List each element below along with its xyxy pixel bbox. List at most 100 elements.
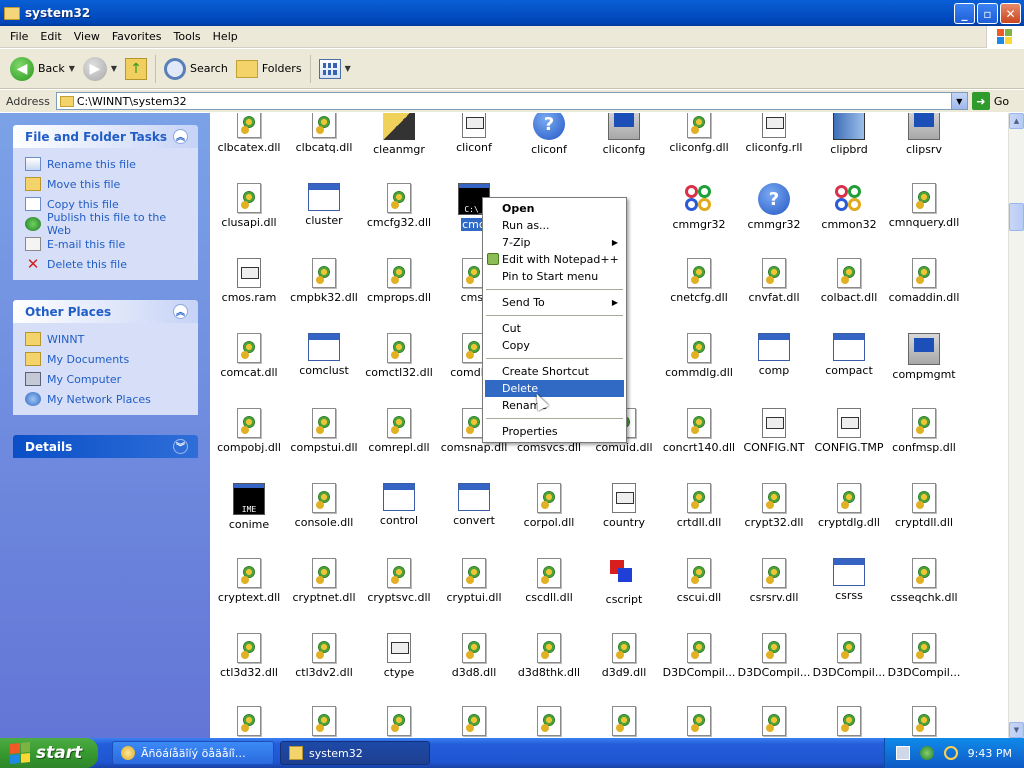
menu-rename[interactable]: Rename: [485, 397, 624, 414]
place-my-documents[interactable]: My Documents: [25, 349, 190, 369]
file-item[interactable]: ctl3dv2.dll: [286, 633, 362, 679]
file-item[interactable]: clusapi.dll: [211, 183, 287, 229]
menu-cut[interactable]: Cut: [485, 320, 624, 337]
file-item[interactable]: compmgmt: [886, 333, 962, 381]
vertical-scrollbar[interactable]: ▲ ▼: [1008, 113, 1024, 738]
file-item[interactable]: cryptdll.dll: [886, 483, 962, 529]
views-button[interactable]: ▼: [315, 53, 355, 85]
file-item[interactable]: ? cmmgr32: [736, 183, 812, 231]
file-item[interactable]: csrsrv.dll: [736, 558, 812, 604]
task-publish-web[interactable]: Publish this file to the Web: [25, 211, 190, 237]
task-rename-file[interactable]: Rename this file: [25, 154, 190, 174]
file-item[interactable]: [361, 706, 437, 736]
forward-button[interactable]: ▶ ▼: [79, 53, 121, 85]
file-item[interactable]: CONFIG.TMP: [811, 408, 887, 454]
file-item[interactable]: compobj.dll: [211, 408, 287, 454]
file-item[interactable]: [811, 706, 887, 736]
up-folder-button[interactable]: ↑: [121, 53, 151, 85]
menu-open[interactable]: Open: [485, 200, 624, 217]
task-delete-file[interactable]: ✕ Delete this file: [25, 254, 190, 274]
address-dropdown-icon[interactable]: ▼: [950, 93, 967, 109]
file-item[interactable]: ctl3d32.dll: [211, 633, 287, 679]
menu-delete[interactable]: Delete: [485, 380, 624, 397]
maximize-button[interactable]: ▫: [977, 3, 998, 24]
file-item[interactable]: comctl32.dll: [361, 333, 437, 379]
file-item[interactable]: [211, 706, 287, 736]
taskbar-item-other[interactable]: Ãñöáíåäîíý öåäåíî…: [112, 741, 274, 765]
file-item[interactable]: D3DCompil...: [661, 633, 737, 679]
file-item[interactable]: d3d9.dll: [586, 633, 662, 679]
file-item[interactable]: D3DCompil...: [736, 633, 812, 679]
file-item[interactable]: [586, 706, 662, 736]
file-item[interactable]: cryptsvc.dll: [361, 558, 437, 604]
file-item[interactable]: d3d8.dll: [436, 633, 512, 679]
file-item[interactable]: [886, 706, 962, 736]
file-item[interactable]: IME conime: [211, 483, 287, 531]
file-item[interactable]: [511, 706, 587, 736]
file-item[interactable]: comaddin.dll: [886, 258, 962, 304]
menu-pin-start[interactable]: Pin to Start menu: [485, 268, 624, 285]
file-item[interactable]: cleanmgr: [361, 113, 437, 156]
menu-edit-notepadpp[interactable]: Edit with Notepad++: [485, 251, 624, 268]
folders-button[interactable]: Folders: [232, 53, 306, 85]
file-item[interactable]: csrss: [811, 558, 887, 602]
file-item[interactable]: clbcatex.dll: [211, 113, 287, 154]
scroll-down-icon[interactable]: ▼: [1009, 722, 1024, 738]
file-item[interactable]: confmsp.dll: [886, 408, 962, 454]
start-button[interactable]: start: [0, 738, 98, 768]
go-button[interactable]: ➜ Go: [971, 92, 1009, 110]
scroll-thumb[interactable]: [1009, 203, 1024, 231]
file-item[interactable]: cryptui.dll: [436, 558, 512, 604]
file-item[interactable]: cscript: [586, 558, 662, 606]
file-item[interactable]: [736, 706, 812, 736]
menu-edit[interactable]: Edit: [34, 30, 67, 43]
file-item[interactable]: cliconfg: [586, 113, 662, 156]
expand-icon[interactable]: ︾: [173, 439, 188, 454]
menu-properties[interactable]: Properties: [485, 423, 624, 440]
place-my-network[interactable]: My Network Places: [25, 389, 190, 409]
file-item[interactable]: colbact.dll: [811, 258, 887, 304]
file-item[interactable]: cmnquery.dll: [886, 183, 962, 229]
address-input[interactable]: C:\WINNT\system32 ▼: [55, 92, 968, 110]
file-folder-tasks-header[interactable]: File and Folder Tasks ︽: [13, 125, 198, 148]
menu-copy[interactable]: Copy: [485, 337, 624, 354]
file-item[interactable]: ? cliconf: [511, 113, 587, 156]
file-item[interactable]: cmmgr32: [661, 183, 737, 231]
menu-file[interactable]: File: [4, 30, 34, 43]
file-item[interactable]: [286, 706, 362, 736]
file-item[interactable]: cscdll.dll: [511, 558, 587, 604]
file-item[interactable]: cnetcfg.dll: [661, 258, 737, 304]
menu-7zip[interactable]: 7-Zip ▶: [485, 234, 624, 251]
menu-send-to[interactable]: Send To ▶: [485, 294, 624, 311]
close-button[interactable]: ✕: [1000, 3, 1021, 24]
file-item[interactable]: cryptext.dll: [211, 558, 287, 604]
menu-view[interactable]: View: [68, 30, 106, 43]
back-dropdown-icon[interactable]: ▼: [69, 64, 75, 73]
file-item[interactable]: comcat.dll: [211, 333, 287, 379]
file-item[interactable]: compact: [811, 333, 887, 377]
file-item[interactable]: comrepl.dll: [361, 408, 437, 454]
file-item[interactable]: clipsrv: [886, 113, 962, 156]
file-item[interactable]: cryptnet.dll: [286, 558, 362, 604]
search-button[interactable]: Search: [160, 53, 232, 85]
file-item[interactable]: cmpbk32.dll: [286, 258, 362, 304]
back-button[interactable]: ◀ Back ▼: [6, 53, 79, 85]
menu-help[interactable]: Help: [207, 30, 244, 43]
file-item[interactable]: concrt140.dll: [661, 408, 737, 454]
forward-dropdown-icon[interactable]: ▼: [111, 64, 117, 73]
file-item[interactable]: cryptdlg.dll: [811, 483, 887, 529]
network-tray-icon[interactable]: [919, 746, 934, 760]
file-item[interactable]: convert: [436, 483, 512, 527]
file-item[interactable]: [661, 706, 737, 736]
file-item[interactable]: control: [361, 483, 437, 527]
file-item[interactable]: cliconfg.rll: [736, 113, 812, 154]
views-dropdown-icon[interactable]: ▼: [345, 64, 351, 73]
file-item[interactable]: crypt32.dll: [736, 483, 812, 529]
file-item[interactable]: console.dll: [286, 483, 362, 529]
other-places-header[interactable]: Other Places ︽: [13, 300, 198, 323]
task-move-file[interactable]: Move this file: [25, 174, 190, 194]
file-item[interactable]: compstui.dll: [286, 408, 362, 454]
file-item[interactable]: cliconfg.dll: [661, 113, 737, 154]
menu-favorites[interactable]: Favorites: [106, 30, 168, 43]
taskbar-item-system32[interactable]: system32: [280, 741, 430, 765]
